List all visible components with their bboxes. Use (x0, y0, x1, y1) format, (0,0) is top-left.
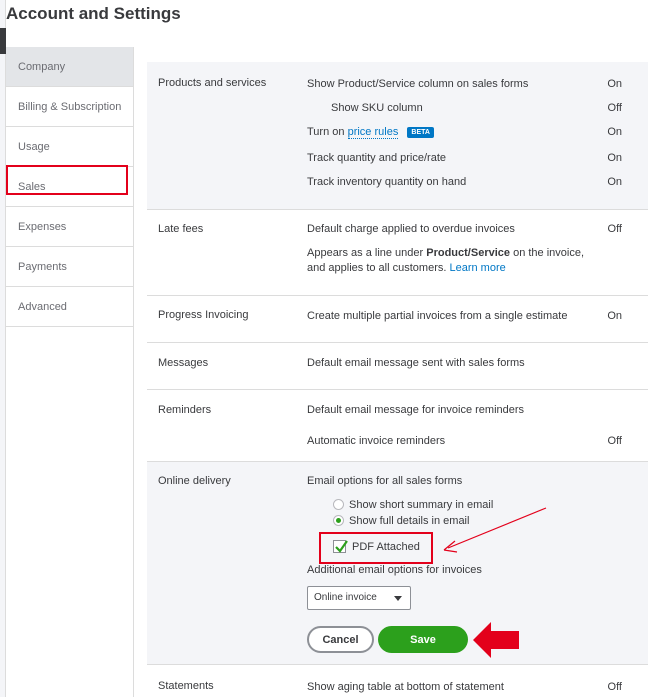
sidebar-item-label: Payments (18, 261, 67, 273)
sidebar-item-usage[interactable]: Usage (6, 127, 134, 167)
setting-text: Show Product/Service column on sales for… (307, 78, 529, 90)
setting-value: Off (607, 223, 622, 235)
section-label: Late fees (158, 223, 204, 235)
sidebar-item-company[interactable]: Company (6, 47, 134, 87)
sidebar-empty-area (6, 326, 134, 697)
sidebar-item-sales[interactable]: Sales (6, 167, 134, 207)
sidebar-item-advanced[interactable]: Advanced (6, 287, 134, 327)
sidebar-item-label: Billing & Subscription (18, 101, 122, 113)
beta-badge: BETA (407, 127, 434, 138)
chevron-down-icon (394, 596, 402, 601)
setting-value: Off (607, 681, 622, 693)
section-label: Messages (158, 357, 209, 369)
setting-text: Default email message sent with sales fo… (307, 357, 525, 369)
learn-more-link[interactable]: Learn more (449, 262, 505, 274)
radio-label: Show full details in email (349, 515, 470, 527)
description-text: and applies to all customers. (307, 262, 450, 274)
late-fees-description: Appears as a line under Product/Service … (307, 247, 584, 259)
settings-sidebar: Company Billing & Subscription Usage Sal… (6, 47, 134, 327)
setting-text: Email options for all sales forms (307, 475, 463, 487)
pdf-highlight-box (319, 532, 433, 564)
setting-text: Additional email options for invoices (307, 564, 482, 576)
description-text: Appears as a line under (307, 247, 427, 259)
radio-short-summary[interactable]: Show short summary in email (333, 499, 493, 511)
sidebar-item-expenses[interactable]: Expenses (6, 207, 134, 247)
description-bold: Product/Service (426, 247, 511, 259)
setting-text: Show SKU column (331, 102, 423, 114)
setting-text: Default charge applied to overdue invoic… (307, 223, 515, 235)
sidebar-item-label: Company (18, 61, 66, 73)
setting-text: Create multiple partial invoices from a … (307, 310, 568, 322)
section-late-fees[interactable]: Late fees Default charge applied to over… (147, 210, 648, 296)
section-messages[interactable]: Messages Default email message sent with… (147, 343, 648, 390)
setting-text: Track inventory quantity on hand (307, 176, 467, 188)
red-arrow-icon (473, 622, 519, 658)
setting-value: On (607, 152, 622, 164)
section-label: Products and services (158, 77, 267, 89)
section-label: Online delivery (158, 475, 231, 487)
setting-text: Show aging table at bottom of statement (307, 681, 504, 693)
section-label: Progress Invoicing (158, 309, 249, 321)
invoice-email-option-select[interactable]: Online invoice (307, 586, 411, 610)
cancel-button[interactable]: Cancel (307, 626, 374, 653)
save-button[interactable]: Save (378, 626, 468, 653)
setting-text: Track quantity and price/rate (307, 152, 446, 164)
setting-value: On (607, 78, 622, 90)
sidebar-item-label: Advanced (18, 301, 67, 313)
section-label: Reminders (158, 404, 212, 416)
sidebar-item-billing[interactable]: Billing & Subscription (6, 87, 134, 127)
radio-button-selected[interactable] (333, 515, 344, 526)
sales-settings-content: Products and services Show Product/Servi… (147, 62, 648, 697)
description-text: on the invoice, (510, 247, 585, 259)
radio-label: Show short summary in email (349, 499, 494, 511)
setting-text: Turn on (307, 126, 345, 138)
section-statements[interactable]: Statements Show aging table at bottom of… (147, 665, 648, 697)
radio-button[interactable] (333, 499, 344, 510)
sidebar-item-label: Sales (18, 181, 46, 193)
price-rules-row: Turn on price rules BETA (307, 126, 434, 139)
setting-value: On (607, 126, 622, 138)
section-progress-invoicing[interactable]: Progress Invoicing Create multiple parti… (147, 296, 648, 343)
select-value: Online invoice (314, 592, 377, 603)
sidebar-item-payments[interactable]: Payments (6, 247, 134, 287)
price-rules-link[interactable]: price rules (347, 126, 399, 139)
page-title: Account and Settings (6, 4, 181, 23)
setting-value: On (607, 176, 622, 188)
setting-value: Off (607, 435, 622, 447)
setting-text: Automatic invoice reminders (307, 435, 446, 447)
sidebar-item-label: Usage (18, 141, 50, 153)
section-products-services[interactable]: Products and services Show Product/Servi… (147, 62, 648, 210)
radio-full-details[interactable]: Show full details in email (333, 515, 469, 527)
sidebar-item-label: Expenses (18, 221, 67, 233)
setting-value: On (607, 310, 622, 322)
setting-value: Off (607, 102, 622, 114)
section-label: Statements (158, 680, 214, 692)
setting-text: Default email message for invoice remind… (307, 404, 525, 416)
late-fees-description-2: and applies to all customers. Learn more (307, 262, 506, 274)
section-reminders[interactable]: Reminders Default email message for invo… (147, 390, 648, 462)
